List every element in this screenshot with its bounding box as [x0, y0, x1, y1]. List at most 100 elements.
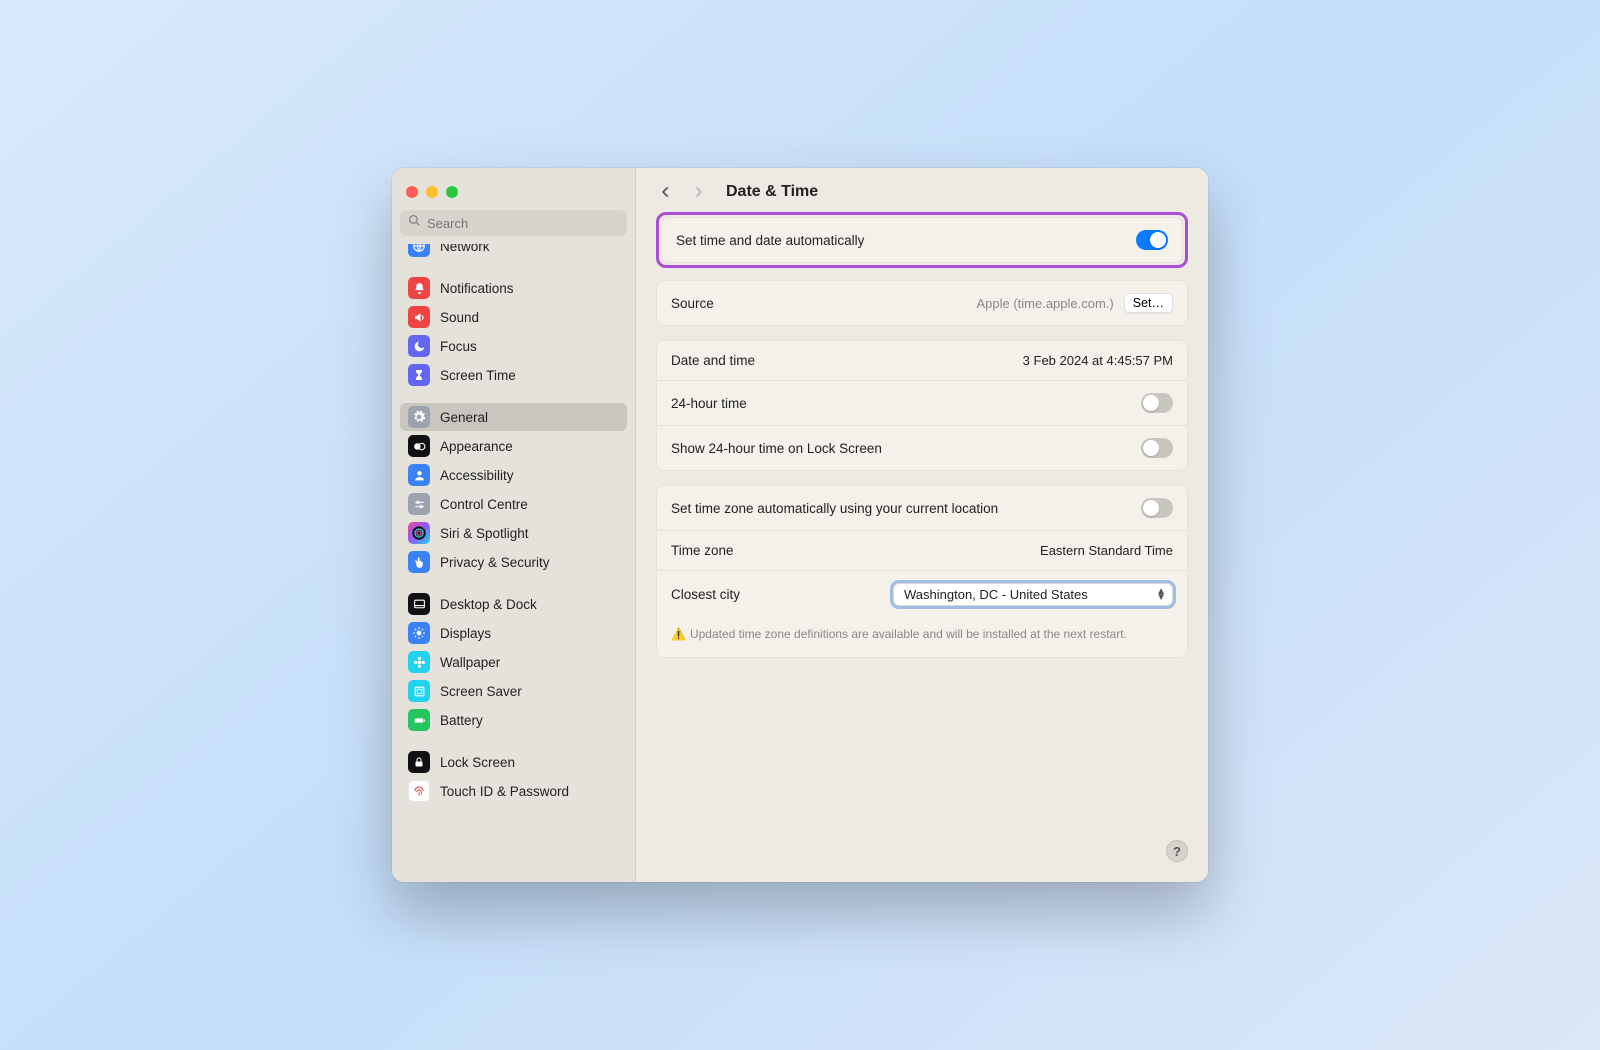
close-button[interactable] — [406, 186, 418, 198]
value-tz: Eastern Standard Time — [1040, 543, 1173, 558]
sidebar-item-displays[interactable]: Displays — [400, 619, 627, 647]
label-datetime: Date and time — [671, 353, 755, 368]
sidebar-item-screen-saver[interactable]: Screen Saver — [400, 677, 627, 705]
gear-icon — [408, 406, 430, 428]
sidebar-item-privacy-security[interactable]: Privacy & Security — [400, 548, 627, 576]
sidebar-item-label: Notifications — [440, 281, 514, 296]
sidebar-item-accessibility[interactable]: Accessibility — [400, 461, 627, 489]
sidebar-item-lock-screen[interactable]: Lock Screen — [400, 748, 627, 776]
siri-icon — [408, 522, 430, 544]
sidebar: Network Notifications Sound Focus Screen Tim… — [392, 168, 636, 882]
tz-update-note: ⚠️Updated time zone definitions are avai… — [657, 618, 1187, 657]
battery-icon — [408, 709, 430, 731]
page-title: Date & Time — [726, 183, 818, 201]
globe-icon — [408, 244, 430, 257]
sidebar-item-label: Screen Saver — [440, 684, 522, 699]
sidebar-item-label: Desktop & Dock — [440, 597, 537, 612]
search-field[interactable] — [400, 210, 627, 236]
label-auto-time: Set time and date automatically — [676, 233, 864, 248]
help-button[interactable]: ? — [1166, 840, 1188, 862]
closest-city-select[interactable]: Washington, DC - United States ▲▼ — [893, 583, 1173, 606]
search-icon — [408, 214, 421, 232]
sidebar-item-label: Siri & Spotlight — [440, 526, 529, 541]
moon-icon — [408, 335, 430, 357]
sidebar-item-label: Focus — [440, 339, 477, 354]
set-source-button[interactable]: Set… — [1124, 293, 1173, 313]
sidebar-item-label: Control Centre — [440, 497, 528, 512]
hand-icon — [408, 551, 430, 573]
sun-icon — [408, 622, 430, 644]
label-24h: 24-hour time — [671, 396, 747, 411]
sidebar-item-notifications[interactable]: Notifications — [400, 274, 627, 302]
dock-icon — [408, 593, 430, 615]
sidebar-item-control-centre[interactable]: Control Centre — [400, 490, 627, 518]
value-datetime: 3 Feb 2024 at 4:45:57 PM — [1023, 353, 1173, 368]
row-city: Closest city Washington, DC - United Sta… — [657, 570, 1187, 618]
value-source: Apple (time.apple.com.) — [976, 296, 1113, 311]
sliders-icon — [408, 493, 430, 515]
label-source: Source — [671, 296, 714, 311]
toggle-auto-tz[interactable] — [1141, 498, 1173, 518]
label-city: Closest city — [671, 587, 740, 602]
row-auto-time: Set time and date automatically — [662, 218, 1182, 262]
sidebar-item-label: General — [440, 410, 488, 425]
sidebar-item-label: Screen Time — [440, 368, 516, 383]
sidebar-item-screen-time[interactable]: Screen Time — [400, 361, 627, 389]
settings-window: Network Notifications Sound Focus Screen Tim… — [392, 168, 1208, 882]
window-controls — [392, 178, 635, 210]
value-city: Washington, DC - United States — [904, 587, 1088, 602]
sidebar-item-label: Appearance — [440, 439, 513, 454]
sidebar-item-battery[interactable]: Battery — [400, 706, 627, 734]
chevron-updown-icon: ▲▼ — [1156, 589, 1166, 601]
highlight-annotation: Set time and date automatically — [656, 212, 1188, 268]
toggle-24h[interactable] — [1141, 393, 1173, 413]
bell-icon — [408, 277, 430, 299]
forward-button[interactable] — [688, 182, 708, 202]
hourglass-icon — [408, 364, 430, 386]
row-24h: 24-hour time — [657, 380, 1187, 425]
sidebar-item-label: Sound — [440, 310, 479, 325]
row-24h-lock: Show 24-hour time on Lock Screen — [657, 425, 1187, 470]
person-icon — [408, 464, 430, 486]
sidebar-item-label: Battery — [440, 713, 483, 728]
label-auto-tz: Set time zone automatically using your c… — [671, 501, 998, 516]
flower-icon — [408, 651, 430, 673]
fingerprint-icon — [408, 780, 430, 802]
sidebar-item-general[interactable]: General — [400, 403, 627, 431]
sidebar-item-sound[interactable]: Sound — [400, 303, 627, 331]
appearance-icon — [408, 435, 430, 457]
sidebar-item-label: Privacy & Security — [440, 555, 550, 570]
row-auto-tz: Set time zone automatically using your c… — [657, 486, 1187, 530]
toggle-24h-lock[interactable] — [1141, 438, 1173, 458]
sidebar-item-label: Displays — [440, 626, 491, 641]
sidebar-item-label: Touch ID & Password — [440, 784, 569, 799]
sidebar-item-label: Accessibility — [440, 468, 514, 483]
sidebar-item-label: Lock Screen — [440, 755, 515, 770]
sidebar-item-network[interactable]: Network — [400, 244, 627, 260]
sidebar-list: Network Notifications Sound Focus Screen Tim… — [392, 244, 635, 882]
speaker-icon — [408, 306, 430, 328]
back-button[interactable] — [656, 182, 676, 202]
label-24h-lock: Show 24-hour time on Lock Screen — [671, 441, 882, 456]
row-datetime: Date and time 3 Feb 2024 at 4:45:57 PM — [657, 341, 1187, 380]
label-tz: Time zone — [671, 543, 734, 558]
sidebar-item-label: Wallpaper — [440, 655, 500, 670]
frame-icon — [408, 680, 430, 702]
lock-icon — [408, 751, 430, 773]
toggle-auto-time[interactable] — [1136, 230, 1168, 250]
warning-icon: ⚠️ — [671, 627, 686, 641]
sidebar-item-siri-spotlight[interactable]: Siri & Spotlight — [400, 519, 627, 547]
sidebar-item-touch-id-password[interactable]: Touch ID & Password — [400, 777, 627, 805]
content-pane: Date & Time Set time and date automatica… — [636, 168, 1208, 882]
sidebar-item-wallpaper[interactable]: Wallpaper — [400, 648, 627, 676]
content-header: Date & Time — [636, 168, 1208, 212]
sidebar-item-appearance[interactable]: Appearance — [400, 432, 627, 460]
sidebar-item-desktop-dock[interactable]: Desktop & Dock — [400, 590, 627, 618]
row-tz: Time zone Eastern Standard Time — [657, 530, 1187, 570]
row-source: Source Apple (time.apple.com.) Set… — [657, 281, 1187, 325]
zoom-button[interactable] — [446, 186, 458, 198]
search-input[interactable] — [427, 216, 619, 231]
sidebar-item-label: Network — [440, 244, 490, 254]
sidebar-item-focus[interactable]: Focus — [400, 332, 627, 360]
minimize-button[interactable] — [426, 186, 438, 198]
